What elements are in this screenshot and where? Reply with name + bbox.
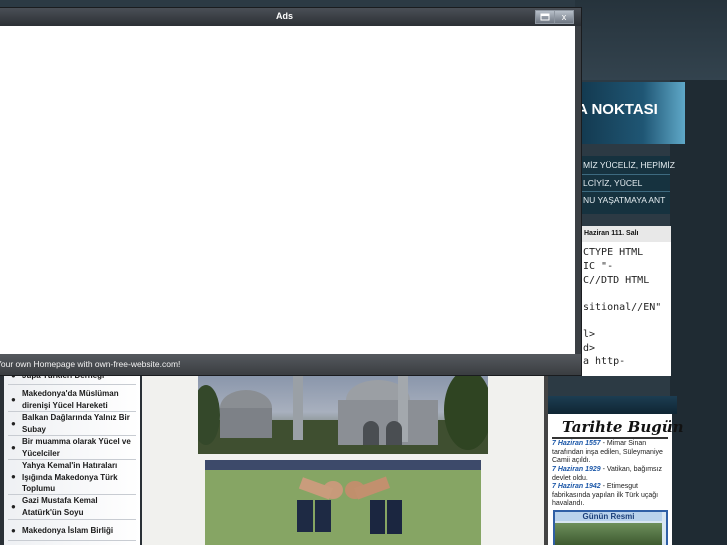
- popup-footer-link[interactable]: Your own Homepage with own-free-website.…: [0, 359, 180, 369]
- main-content-edge: [544, 370, 548, 545]
- mosque-illustration: [198, 370, 488, 454]
- gunun-resmi-image[interactable]: [555, 523, 662, 545]
- restore-icon: [540, 13, 550, 21]
- restore-button[interactable]: [535, 10, 555, 24]
- history-entry: 7 Haziran 1942 - Etimesgut fabrikasında …: [552, 483, 670, 509]
- motto-line-3: NU YAŞATMAYA ANT: [583, 195, 666, 205]
- nav-divider: [8, 540, 136, 541]
- nav-item-label: Makedonya İslam Birliği: [22, 526, 114, 535]
- bullet-icon: ●: [11, 443, 16, 452]
- bullet-icon: ●: [11, 526, 16, 535]
- code-line: l>: [583, 329, 596, 340]
- history-entry: 7 Haziran 1557 - Mimar Sinan tarafından …: [552, 440, 670, 466]
- code-line: a http-: [583, 356, 626, 367]
- bullet-icon: ●: [11, 395, 16, 404]
- date-text: Haziran 111. Salı: [584, 230, 639, 237]
- ads-popup-window: Ads x Your own Homepage with own-free-we…: [0, 8, 581, 375]
- history-entry-date[interactable]: 7 Haziran 1942: [552, 483, 601, 490]
- code-line: d>: [583, 343, 596, 354]
- code-line: sitional//EN": [583, 302, 662, 313]
- wrestling-illustration: [205, 460, 481, 545]
- popup-content-area[interactable]: [0, 26, 575, 354]
- nav-item-label: Balkan Dağlarında Yalnız Bir Subay: [22, 413, 130, 434]
- code-line: CTYPE HTML: [583, 247, 644, 258]
- nav-divider: [8, 519, 136, 520]
- tarihte-bugun-title: Tarihte Bugün: [562, 418, 684, 436]
- code-line: IC "-: [583, 261, 614, 272]
- site-right-margin: [670, 80, 727, 545]
- gunun-resmi-label: Günün Resmi: [555, 512, 662, 521]
- close-button[interactable]: x: [554, 10, 574, 24]
- bullet-icon: ●: [11, 419, 16, 428]
- sidebar-header-bar: [545, 396, 677, 414]
- motto-line-1: MİZ YÜCELİZ, HEPİMİZ: [583, 160, 675, 170]
- nav-item-label: Makedonya'da Müslüman direnişi Yücel Har…: [22, 389, 119, 410]
- nav-divider: [8, 384, 136, 385]
- popup-title: Ads: [275, 11, 293, 21]
- bullet-icon: ●: [11, 502, 16, 511]
- history-entry-date[interactable]: 7 Haziran 1929: [552, 466, 601, 473]
- wrestling-photo: [205, 460, 481, 545]
- nav-item-label: Gazi Mustafa Kemal Atatürk'ün Soyu: [22, 496, 98, 517]
- nav-item-label: Yahya Kemal'in Hatıraları Işığında Maked…: [22, 461, 118, 493]
- nav-item-label: Bir muamma olarak Yücel ve Yücelciler: [22, 437, 131, 458]
- history-entry: 7 Haziran 1929 - Vatikan, bağımsız devle…: [552, 466, 670, 483]
- motto-line-2: LCİYİZ, YÜCEL: [583, 178, 643, 188]
- close-icon: x: [561, 12, 567, 22]
- history-entry-date[interactable]: 7 Haziran 1557: [552, 440, 601, 447]
- mosque-photo: [198, 370, 488, 454]
- site-header-title: A NOKTASI: [577, 101, 658, 118]
- code-line: C//DTD HTML: [583, 275, 650, 286]
- tarihte-bugun-divider: [552, 437, 668, 439]
- site-top-band: [575, 0, 727, 80]
- bullet-icon: ●: [11, 472, 16, 481]
